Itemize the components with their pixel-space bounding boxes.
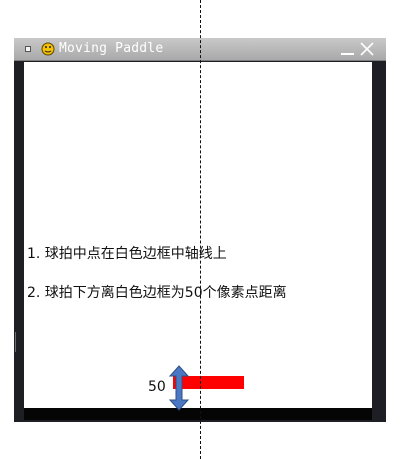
distance-label: 50 xyxy=(148,379,166,395)
game-canvas[interactable] xyxy=(24,62,372,408)
left-resize-grip[interactable] xyxy=(15,332,16,352)
double-arrow-icon xyxy=(168,365,190,411)
annotation-note-1: 1. 球拍中点在白色边框中轴线上 xyxy=(27,246,227,262)
bottom-white-frame-border xyxy=(24,408,372,420)
window-menu-icon[interactable] xyxy=(25,46,31,52)
window-title: Moving Paddle xyxy=(59,41,164,56)
close-icon[interactable] xyxy=(358,40,376,58)
minimize-icon[interactable] xyxy=(341,53,354,55)
center-axis-line xyxy=(200,0,201,459)
pygame-snake-icon xyxy=(41,42,55,56)
annotation-note-2: 2. 球拍下方离白色边框为50个像素点距离 xyxy=(27,285,287,301)
